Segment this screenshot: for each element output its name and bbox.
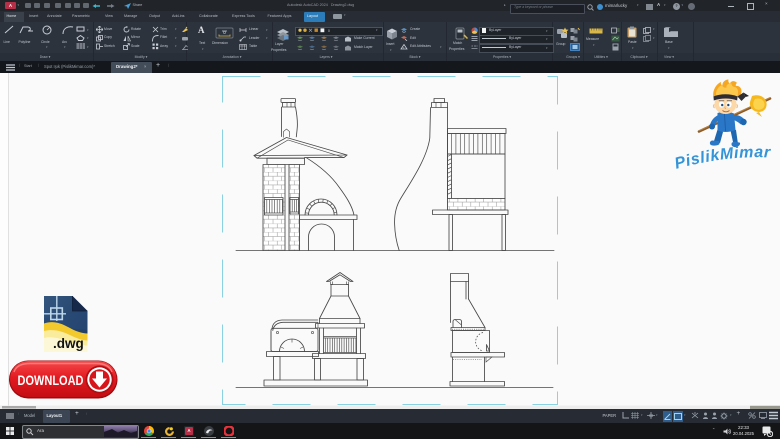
svg-text:DOWNLOAD: DOWNLOAD [18, 373, 84, 388]
svg-text:PislikMimar: PislikMimar [673, 144, 771, 173]
svg-text:.dwg: .dwg [53, 336, 84, 351]
